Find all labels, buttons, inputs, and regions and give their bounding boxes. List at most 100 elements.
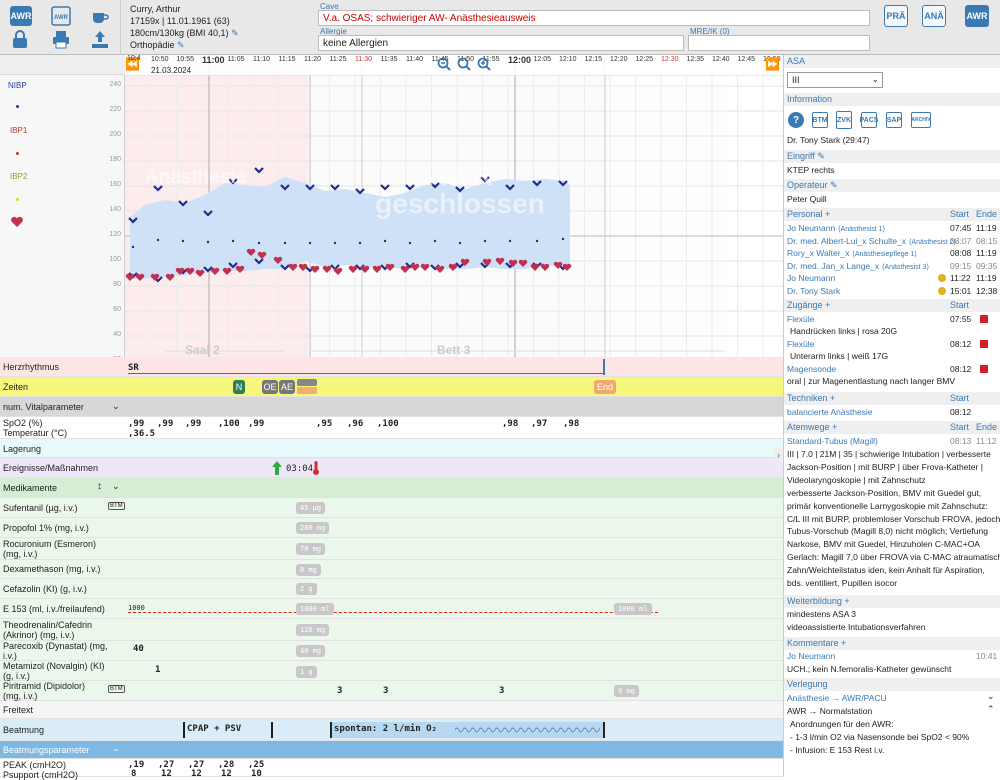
personal-name[interactable]: Rory_x Walter_x (Anästhesiepflege 1)	[787, 248, 917, 258]
plus-icon[interactable]: +	[841, 638, 846, 648]
right-panel: ASA III ⌄ Information ? BTM ZVK PACS SAP …	[783, 55, 1000, 777]
dose-pill[interactable]: 120 mg	[296, 624, 330, 636]
time-marker-ae[interactable]: AE	[279, 380, 295, 394]
dose-pill[interactable]: 9 mg	[614, 685, 639, 697]
arrow-up-icon[interactable]	[272, 461, 282, 475]
collapse-panel-icon[interactable]: ›	[774, 448, 783, 462]
sort-icon[interactable]: ↕	[97, 481, 102, 492]
dose-pill[interactable]: 2 g	[296, 583, 317, 595]
pacs-button[interactable]: PACS	[860, 112, 878, 128]
dose-pill[interactable]: 70 mg	[296, 543, 326, 555]
zugang-name[interactable]: Flexüle	[787, 314, 814, 324]
personal-name[interactable]: Dr. Tony Stark	[787, 286, 840, 296]
time-tick: 12:00	[508, 55, 532, 65]
help-icon[interactable]: ?	[788, 112, 804, 128]
verlegung-row[interactable]: AWR → Normalstation	[787, 706, 872, 716]
dose-pill[interactable]: 8 mg	[296, 564, 321, 576]
ana-button[interactable]: ANÄ	[922, 5, 946, 27]
row-dexa: Dexamethason (mg, i.v.) 8 mg	[0, 560, 783, 579]
row-label: Temperatur (°C)	[3, 428, 68, 438]
dose-pill[interactable]: 1000 ml	[614, 603, 652, 615]
zugang-name[interactable]: Magensonde	[787, 364, 836, 374]
time-marker-oe[interactable]: OE	[262, 380, 278, 394]
personal-name[interactable]: Dr. med. Jan_x Lange_x (Anästhesist 3)	[787, 261, 929, 271]
dose-pill[interactable]: 1000 ml	[296, 603, 334, 615]
technik-name[interactable]: balancierte Anästhesie	[787, 407, 873, 417]
atemweg-line: primär konventionelle Larnygoskopie mit …	[787, 500, 988, 511]
row-medikamente[interactable]: Medikamente ↕ ⌄	[0, 478, 783, 498]
chevron-down-icon[interactable]: ⌄	[987, 691, 995, 702]
time-marker-n[interactable]: N	[233, 380, 245, 394]
zugang-start: 08:12	[950, 339, 972, 349]
awr-icon-button[interactable]: AWR	[51, 6, 71, 26]
dose-pill[interactable]: 280 mg	[296, 522, 330, 534]
time-marker-small-orange[interactable]	[297, 387, 317, 394]
zoom-in-icon[interactable]	[477, 57, 491, 71]
psupport-value: 10	[251, 769, 262, 779]
chevron-down-icon[interactable]: ⌄	[112, 743, 120, 754]
plus-icon[interactable]: +	[844, 596, 849, 606]
atemweg-name[interactable]: Standard-Tubus (Magill)	[787, 436, 878, 446]
sap-button[interactable]: SAP	[886, 112, 902, 128]
forward-icon[interactable]: ⏩	[765, 57, 783, 71]
awr-badge-button[interactable]: AWR	[10, 6, 32, 26]
archiv-button[interactable]: ARCHIV	[911, 112, 931, 128]
thermometer-icon[interactable]	[312, 461, 320, 475]
chevron-down-icon[interactable]: ⌄	[112, 401, 120, 412]
allergie-field[interactable]: keine Allergien	[318, 35, 684, 51]
ibp1-dot-icon	[16, 152, 19, 155]
nibp-mean-dot	[131, 245, 135, 249]
nibp-mean-dot	[156, 238, 160, 242]
search-icon[interactable]	[457, 57, 471, 71]
row-num-vital[interactable]: num. Vitalparameter ⌄	[0, 397, 783, 417]
row-label: Theodrenalin/Cafedrin (Akrinor) (mg, i.v…	[3, 620, 93, 640]
chevron-down-icon[interactable]: ⌄	[112, 481, 120, 492]
edit-icon[interactable]: ✎	[231, 28, 239, 38]
verlegung-row[interactable]: Anästhesie → AWR/PACU	[787, 693, 887, 703]
time-marker-end[interactable]: End	[594, 380, 616, 394]
time-tick: 10:50	[151, 56, 169, 63]
cave-field[interactable]: V.a. OSAS; schwieriger AW- Anästhesieaus…	[318, 10, 870, 26]
edit-icon[interactable]: ✎	[830, 180, 838, 190]
atemweg-line: Jackson-Position | mit BURP | über Frova…	[787, 461, 983, 472]
awr-mode-button[interactable]: AWR	[965, 5, 989, 27]
mre-field[interactable]	[688, 35, 870, 51]
kommentar-author[interactable]: Jo Neumann	[787, 651, 835, 661]
edit-icon[interactable]: ✎	[177, 40, 185, 50]
kommentar-text: UCH.; kein N.femoralis-Katheter gewünsch…	[787, 664, 952, 674]
edit-icon[interactable]: ✎	[817, 151, 825, 161]
plus-icon[interactable]: +	[825, 300, 830, 310]
pra-button[interactable]: PRÄ	[884, 5, 908, 27]
chevron-up-icon[interactable]: ⌃	[987, 704, 995, 715]
rhythm-line	[128, 373, 605, 374]
nibp-mean-dot	[308, 241, 312, 245]
dose-pill[interactable]: 45 µg	[296, 502, 326, 514]
watermark-awr: AWR geschlossen	[375, 160, 545, 219]
row-piritramid: Piritramid (Dipidolor) (mg, i.v.) BTM 3 …	[0, 681, 783, 701]
personal-start: 08:08	[950, 248, 972, 258]
zoom-out-icon[interactable]	[437, 57, 451, 71]
upload-icon[interactable]	[90, 29, 110, 49]
zugang-name[interactable]: Flexüle	[787, 339, 814, 349]
nibp-mean-dot	[231, 239, 235, 243]
personal-name[interactable]: Jo Neumann	[787, 273, 835, 283]
plus-icon[interactable]: +	[832, 422, 837, 432]
zvk-button[interactable]: ZVK	[836, 111, 852, 129]
dose-pill[interactable]: 40 mg	[296, 645, 326, 657]
coffee-icon[interactable]	[90, 6, 110, 26]
spo2-value: ,98	[502, 419, 519, 429]
time-tick: 12:05	[533, 56, 552, 63]
row-beatmungsparameter[interactable]: Beatmungsparameter ⌄	[0, 741, 783, 759]
personal-name[interactable]: Jo Neumann (Anästhesist 1)	[787, 223, 885, 233]
asa-select[interactable]: III ⌄	[787, 72, 883, 88]
nibp-mean-dot	[181, 239, 185, 243]
time-marker-small-grey[interactable]	[297, 379, 317, 386]
dose-pill[interactable]: 1 g	[296, 666, 317, 678]
lock-icon[interactable]	[10, 29, 30, 49]
print-icon[interactable]	[51, 29, 71, 49]
plus-icon[interactable]: +	[825, 209, 830, 219]
btm-button[interactable]: BTM	[812, 112, 828, 128]
personal-name[interactable]: Dr. med. Albert-Lui_x Schulte_x (Anästhes…	[787, 236, 956, 246]
verlegung-line: - 1-3 l/min O2 via Nasensonde bei SpO2 <…	[790, 732, 970, 742]
plus-icon[interactable]: +	[830, 393, 835, 403]
